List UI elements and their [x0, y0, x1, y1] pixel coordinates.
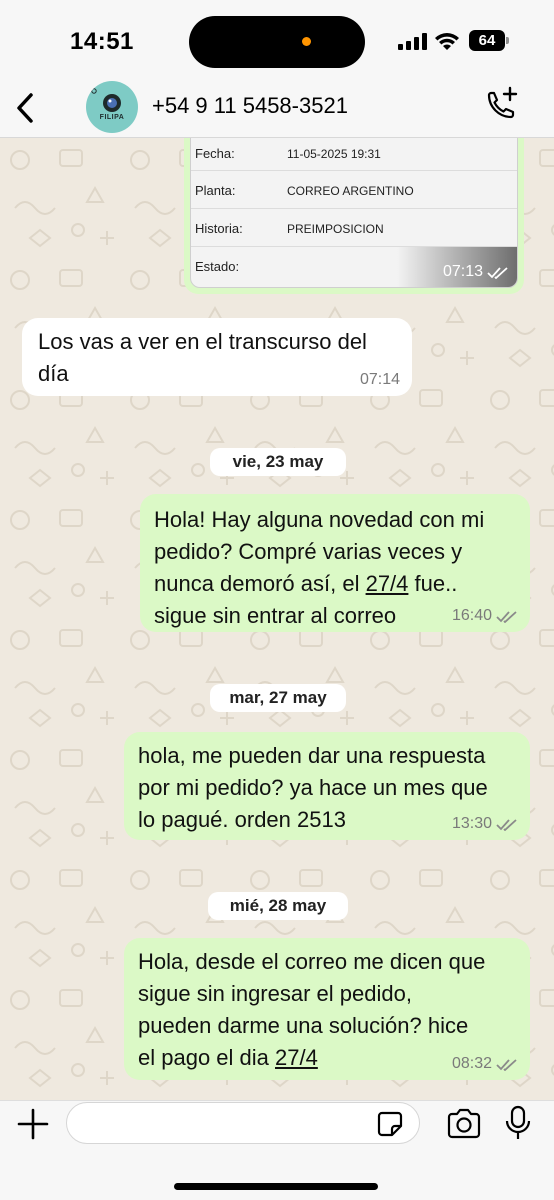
double-check-icon	[496, 610, 517, 623]
message-text-line: Hola, desde el correo me dicen que	[138, 949, 486, 974]
camera-icon[interactable]	[446, 1107, 482, 1141]
message-input[interactable]	[66, 1102, 420, 1144]
chat-header: FILIPA +54 9 11 5458-3521	[0, 80, 554, 138]
message-time: 16:40	[452, 607, 518, 625]
double-check-icon	[487, 266, 508, 279]
message-time: 07:14	[359, 371, 400, 388]
date-separator: mié, 28 may	[208, 892, 348, 920]
chevron-left-icon	[17, 93, 33, 123]
message-text-line: hola, me pueden dar una respuesta	[138, 743, 486, 768]
tracking-value: PREIMPOSICION	[287, 222, 384, 236]
message-text-line: por mi pedido? ya hace un mes que	[138, 775, 488, 800]
message-text-line: pedido? Compré varias veces y	[154, 539, 463, 564]
tracking-label: Fecha:	[195, 146, 235, 161]
date-separator: mar, 27 may	[210, 684, 346, 712]
image-message[interactable]: Fecha: 11-05-2025 19:31 Planta: CORREO A…	[184, 138, 524, 294]
message-bubble-incoming[interactable]: Los vas a ver en el transcurso del día 0…	[22, 318, 412, 396]
avatar[interactable]: FILIPA	[86, 81, 138, 133]
message-bubble-outgoing[interactable]: Hola! Hay alguna novedad con mi pedido? …	[140, 494, 530, 632]
message-time: 07:13	[443, 263, 509, 281]
message-bubble-outgoing[interactable]: Hola, desde el correo me dicen que sigue…	[124, 938, 530, 1080]
tracking-value: CORREO ARGENTINO	[287, 184, 414, 198]
message-text-line: nunca demoró así, el 27/4 fue..	[154, 571, 458, 596]
phone-add-icon[interactable]	[482, 86, 520, 124]
privacy-indicator-dot	[302, 37, 311, 46]
message-text-line: Hola! Hay alguna novedad con mi	[154, 507, 485, 532]
microphone-icon[interactable]	[504, 1105, 532, 1141]
avatar-logo	[91, 88, 121, 112]
signal-icon	[398, 33, 427, 50]
status-time: 14:51	[70, 28, 134, 55]
battery-icon: 64	[469, 30, 509, 51]
battery-level: 64	[469, 30, 505, 51]
back-button[interactable]	[8, 88, 42, 128]
avatar-label: FILIPA	[99, 114, 125, 121]
message-time: 13:30	[452, 815, 518, 833]
sticker-icon[interactable]	[376, 1110, 404, 1138]
chat-area[interactable]: Fecha: 11-05-2025 19:31 Planta: CORREO A…	[0, 138, 554, 1100]
double-check-icon	[496, 1058, 517, 1071]
contact-name[interactable]: +54 9 11 5458-3521	[152, 93, 348, 119]
message-text-line: pueden darme una solución? hice	[138, 1013, 469, 1038]
message-bubble-outgoing[interactable]: hola, me pueden dar una respuesta por mi…	[124, 732, 530, 840]
date-link[interactable]: 27/4	[366, 571, 409, 596]
message-text-line: Los vas a ver en el transcurso del	[38, 329, 367, 354]
home-indicator[interactable]	[174, 1183, 378, 1190]
input-bar	[0, 1100, 554, 1200]
status-bar: 14:51 64	[0, 0, 554, 80]
tracking-screenshot[interactable]: Fecha: 11-05-2025 19:31 Planta: CORREO A…	[190, 138, 518, 288]
wifi-icon	[435, 33, 459, 50]
double-check-icon	[496, 818, 517, 831]
tracking-label: Historia:	[195, 221, 243, 236]
date-link[interactable]: 27/4	[275, 1045, 318, 1070]
dynamic-island	[189, 16, 365, 68]
message-time: 08:32	[452, 1055, 518, 1073]
message-text-line: día	[38, 361, 69, 386]
date-separator: vie, 23 may	[210, 448, 346, 476]
plus-icon[interactable]	[14, 1105, 52, 1143]
message-text-line: sigue sin ingresar el pedido,	[138, 981, 412, 1006]
tracking-label: Planta:	[195, 183, 236, 198]
tracking-label: Estado:	[195, 259, 240, 274]
tracking-value: 11-05-2025 19:31	[287, 147, 381, 161]
